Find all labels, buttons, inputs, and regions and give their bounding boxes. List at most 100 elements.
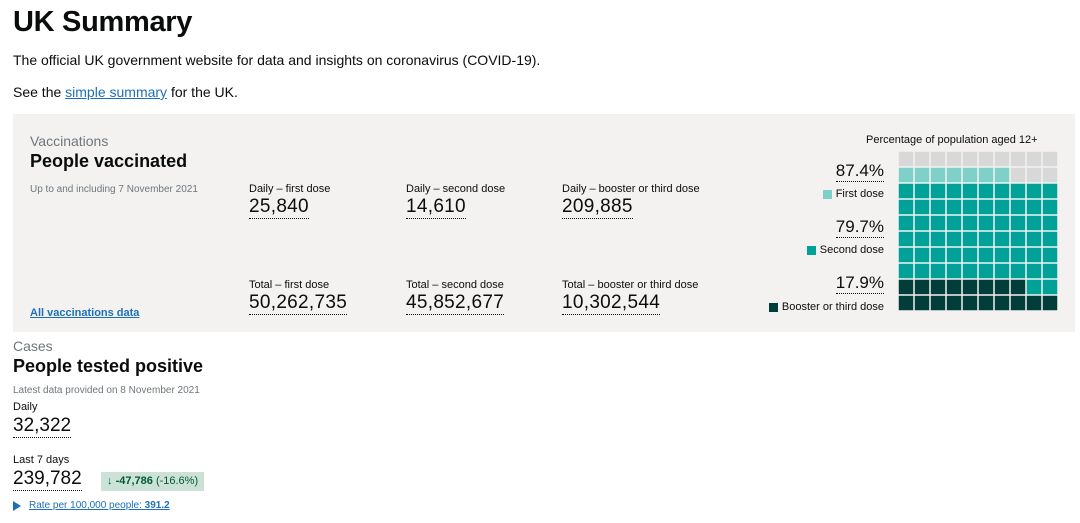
cases-week-label: Last 7 days: [13, 454, 70, 466]
metric-value[interactable]: 209,885: [562, 196, 633, 219]
second-dose-percentage[interactable]: 79.7%: [835, 217, 884, 238]
metric-label: Total – first dose: [249, 279, 330, 291]
waffle-cell: [962, 247, 978, 263]
waffle-cell: [898, 279, 914, 295]
metric-daily-first-dose: Daily – first dose 25,840: [249, 183, 330, 219]
waffle-cell: [1026, 151, 1042, 167]
cases-rate-link[interactable]: Rate per 100,000 people: 391.2: [29, 500, 170, 511]
waffle-cell: [930, 199, 946, 215]
waffle-cell: [914, 279, 930, 295]
waffle-cell: [994, 263, 1010, 279]
waffle-cell: [1042, 151, 1058, 167]
waffle-cell: [1042, 183, 1058, 199]
first-dose-legend: First dose: [822, 188, 884, 200]
waffle-cell: [1010, 279, 1026, 295]
second-dose-legend: Second dose: [806, 244, 884, 256]
waffle-cell: [930, 295, 946, 311]
waffle-cell: [962, 167, 978, 183]
booster-dose-legend-label: Booster or third dose: [781, 301, 884, 313]
waffle-cell: [898, 215, 914, 231]
waffle-cell: [1042, 279, 1058, 295]
waffle-cell: [978, 167, 994, 183]
waffle-cell: [1026, 231, 1042, 247]
waffle-cell: [1026, 215, 1042, 231]
vaccinations-date: Up to and including 7 November 2021: [30, 184, 198, 195]
waffle-cell: [978, 295, 994, 311]
cases-week-value[interactable]: 239,782: [13, 468, 82, 491]
waffle-cell: [898, 295, 914, 311]
waffle-cell: [898, 231, 914, 247]
waffle-chart-caption: Percentage of population aged 12+: [866, 134, 1038, 146]
metric-label: Daily – second dose: [406, 183, 506, 195]
waffle-cell: [914, 167, 930, 183]
simple-summary-link[interactable]: simple summary: [65, 84, 167, 100]
first-dose-swatch: [822, 189, 832, 199]
waffle-cell: [978, 279, 994, 295]
waffle-cell: [1026, 167, 1042, 183]
waffle-cell: [930, 263, 946, 279]
waffle-cell: [930, 151, 946, 167]
waffle-cell: [1042, 215, 1058, 231]
metric-label: Total – second dose: [406, 279, 504, 291]
waffle-cell: [1026, 183, 1042, 199]
waffle-cell: [978, 151, 994, 167]
cases-category: Cases: [13, 338, 53, 354]
waffle-cell: [1010, 215, 1026, 231]
booster-dose-percentage[interactable]: 17.9%: [835, 273, 884, 294]
waffle-cell: [930, 247, 946, 263]
first-dose-percentage[interactable]: 87.4%: [835, 161, 884, 182]
waffle-cell: [946, 279, 962, 295]
metric-label: Daily – booster or third dose: [562, 183, 700, 195]
cases-change-value: -47,786: [115, 475, 153, 487]
metric-daily-second-dose: Daily – second dose 14,610: [406, 183, 505, 219]
waffle-cell: [962, 151, 978, 167]
cases-daily-label: Daily: [13, 401, 38, 413]
waffle-cell: [930, 231, 946, 247]
down-arrow-icon: ↓: [107, 475, 113, 487]
cases-rate-disclosure[interactable]: Rate per 100,000 people: 391.2: [13, 500, 170, 511]
cases-daily-value[interactable]: 32,322: [13, 415, 72, 438]
simple-summary-prefix: See the: [13, 84, 62, 100]
vaccinations-card: Vaccinations People vaccinated Up to and…: [13, 114, 1075, 332]
waffle-cell: [914, 295, 930, 311]
waffle-cell: [1010, 167, 1026, 183]
waffle-cell: [978, 215, 994, 231]
waffle-cell: [946, 183, 962, 199]
waffle-cell: [898, 167, 914, 183]
waffle-cell: [914, 199, 930, 215]
waffle-cell: [994, 183, 1010, 199]
waffle-cell: [914, 183, 930, 199]
waffle-cell: [930, 167, 946, 183]
metric-total-booster-dose: Total – booster or third dose 10,302,544: [562, 279, 698, 315]
waffle-cell: [1010, 231, 1026, 247]
waffle-cell: [962, 199, 978, 215]
waffle-cell: [914, 151, 930, 167]
all-vaccinations-link[interactable]: All vaccinations data: [30, 307, 139, 319]
waffle-cell: [994, 167, 1010, 183]
booster-dose-legend: Booster or third dose: [768, 301, 884, 313]
waffle-cell: [994, 247, 1010, 263]
waffle-cell: [978, 247, 994, 263]
metric-value[interactable]: 10,302,544: [562, 292, 661, 315]
metric-value[interactable]: 50,262,735: [249, 292, 348, 315]
waffle-cell: [1010, 183, 1026, 199]
waffle-cell: [1026, 295, 1042, 311]
metric-value[interactable]: 14,610: [406, 196, 466, 219]
metric-total-first-dose: Total – first dose 50,262,735: [249, 279, 348, 315]
metric-value[interactable]: 45,852,677: [406, 292, 505, 315]
waffle-cell: [1026, 247, 1042, 263]
waffle-cell: [994, 199, 1010, 215]
waffle-cell: [1042, 295, 1058, 311]
disclosure-triangle-icon[interactable]: [13, 500, 21, 511]
waffle-cell: [994, 295, 1010, 311]
page-intro: The official UK government website for d…: [13, 52, 541, 68]
waffle-cell: [898, 151, 914, 167]
waffle-cell: [914, 231, 930, 247]
waffle-cell: [1026, 263, 1042, 279]
metric-label: Total – booster or third dose: [562, 279, 699, 291]
waffle-cell: [946, 295, 962, 311]
waffle-cell: [1010, 263, 1026, 279]
metric-value[interactable]: 25,840: [249, 196, 309, 219]
waffle-cell: [962, 215, 978, 231]
waffle-cell: [898, 183, 914, 199]
